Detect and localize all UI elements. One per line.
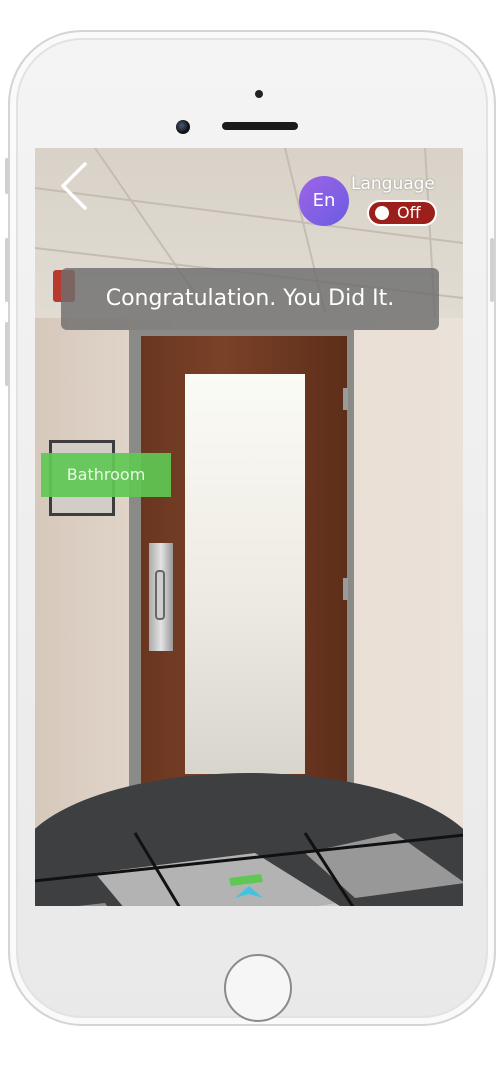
ar-destination-label[interactable]: Bathroom (41, 453, 171, 497)
proximity-sensor (255, 90, 263, 98)
home-button[interactable] (224, 954, 292, 1022)
volume-up-button (5, 238, 9, 302)
toggle-knob (375, 206, 389, 220)
mute-switch (5, 158, 9, 194)
earpiece-speaker (222, 122, 298, 130)
chevron-left-icon (61, 162, 87, 210)
front-camera (176, 120, 190, 134)
toggle-state-label: Off (397, 203, 421, 222)
volume-down-button (5, 322, 9, 386)
back-button[interactable] (57, 160, 93, 212)
power-button (490, 238, 494, 302)
ar-camera-view: En Language Off Congratulation. You Did … (35, 148, 463, 906)
door-hinge (343, 578, 348, 600)
navigation-arrow-icon (229, 874, 263, 898)
language-toggle[interactable]: Off (367, 200, 437, 226)
door-window (185, 374, 305, 774)
door-handle (155, 570, 165, 620)
language-label: Language (351, 174, 435, 194)
language-avatar[interactable]: En (299, 176, 349, 226)
success-banner: Congratulation. You Did It. (61, 268, 439, 330)
door-hinge (343, 388, 348, 410)
